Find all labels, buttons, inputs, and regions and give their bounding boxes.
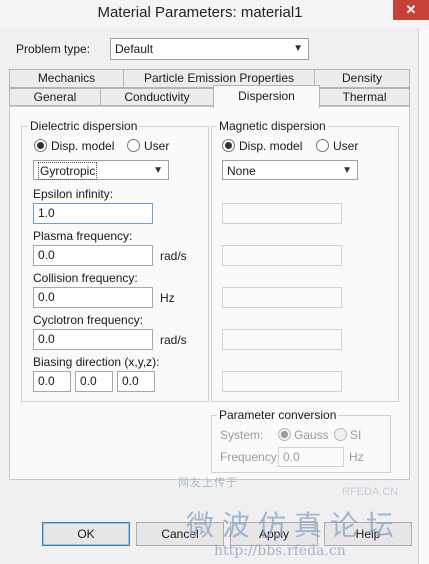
- parameter-conversion-title: Parameter conversion: [217, 408, 339, 422]
- cancel-button[interactable]: Cancel: [136, 522, 224, 546]
- plasma-frequency-value: 0.0: [38, 248, 55, 262]
- magnetic-group-title: Magnetic dispersion: [217, 119, 328, 133]
- epsilon-infinity-label: Epsilon infinity:: [33, 187, 114, 201]
- chevron-down-icon: ▼: [153, 165, 163, 176]
- plasma-frequency-input[interactable]: 0.0: [33, 245, 153, 266]
- magnetic-disp-model-label: Disp. model: [239, 139, 303, 153]
- tab-dispersion[interactable]: Dispersion: [213, 85, 320, 108]
- dielectric-user-label: User: [144, 139, 170, 153]
- bias-x-value: 0.0: [38, 374, 55, 388]
- tab-general[interactable]: General: [9, 88, 101, 106]
- conversion-frequency-value: 0.0: [283, 450, 300, 464]
- collision-frequency-unit: Hz: [160, 291, 175, 305]
- magnetic-field-3: [222, 287, 342, 308]
- chevron-down-icon: ▼: [293, 43, 303, 54]
- chevron-down-icon: ▼: [342, 165, 352, 176]
- problem-type-value: Default: [115, 42, 154, 56]
- collision-frequency-label: Collision frequency:: [33, 271, 138, 285]
- bias-y-input[interactable]: 0.0: [75, 371, 113, 392]
- help-button[interactable]: Help: [324, 522, 412, 546]
- background-window-edge: [419, 28, 429, 564]
- magnetic-disp-model-radio[interactable]: [222, 139, 235, 152]
- gauss-label: Gauss: [294, 428, 329, 442]
- cyclotron-frequency-value: 0.0: [38, 332, 55, 346]
- magnetic-field-2: [222, 245, 342, 266]
- apply-button[interactable]: Apply: [230, 522, 318, 546]
- problem-type-label: Problem type:: [16, 42, 91, 56]
- tab-density[interactable]: Density: [314, 69, 410, 88]
- system-label: System:: [220, 428, 264, 442]
- conversion-frequency-input[interactable]: 0.0: [278, 447, 344, 467]
- magnetic-field-4: [222, 329, 342, 350]
- bias-x-input[interactable]: 0.0: [33, 371, 71, 392]
- dielectric-model-value: Gyrotropic: [38, 162, 98, 180]
- tab-mechanics[interactable]: Mechanics: [9, 69, 124, 88]
- epsilon-infinity-input[interactable]: 1.0: [33, 203, 153, 224]
- biasing-direction-label: Biasing direction (x,y,z):: [33, 355, 160, 369]
- magnetic-user-radio[interactable]: [316, 139, 329, 152]
- magnetic-user-label: User: [333, 139, 359, 153]
- window-title: Material Parameters: material1: [97, 4, 303, 21]
- tab-conductivity[interactable]: Conductivity: [100, 88, 214, 106]
- tab-thermal[interactable]: Thermal: [319, 88, 410, 106]
- si-radio[interactable]: [334, 428, 347, 441]
- collision-frequency-value: 0.0: [38, 290, 55, 304]
- magnetic-field-1: [222, 203, 342, 224]
- bias-y-value: 0.0: [80, 374, 97, 388]
- dielectric-group-title: Dielectric dispersion: [28, 119, 140, 133]
- dielectric-disp-model-radio[interactable]: [34, 139, 47, 152]
- dielectric-disp-model-label: Disp. model: [51, 139, 115, 153]
- si-label: SI: [350, 428, 362, 442]
- dielectric-model-select[interactable]: Gyrotropic ▼: [33, 160, 169, 180]
- dielectric-user-radio[interactable]: [127, 139, 140, 152]
- epsilon-infinity-value: 1.0: [38, 206, 55, 220]
- ok-button[interactable]: OK: [42, 522, 130, 546]
- cyclotron-frequency-unit: rad/s: [160, 333, 187, 347]
- frequency-label: Frequency:: [220, 450, 281, 464]
- conversion-frequency-unit: Hz: [349, 450, 364, 464]
- collision-frequency-input[interactable]: 0.0: [33, 287, 153, 308]
- bias-z-input[interactable]: 0.0: [117, 371, 155, 392]
- magnetic-model-value: None: [227, 164, 256, 178]
- cyclotron-frequency-input[interactable]: 0.0: [33, 329, 153, 350]
- cyclotron-frequency-label: Cyclotron frequency:: [33, 313, 144, 327]
- magnetic-model-select[interactable]: None ▼: [222, 160, 358, 180]
- plasma-frequency-unit: rad/s: [160, 249, 187, 263]
- plasma-frequency-label: Plasma frequency:: [33, 229, 133, 243]
- gauss-radio[interactable]: [278, 428, 291, 441]
- problem-type-select[interactable]: Default ▼: [110, 38, 309, 60]
- magnetic-field-5: [222, 371, 342, 392]
- bias-z-value: 0.0: [122, 374, 139, 388]
- close-icon[interactable]: ✕: [393, 0, 429, 20]
